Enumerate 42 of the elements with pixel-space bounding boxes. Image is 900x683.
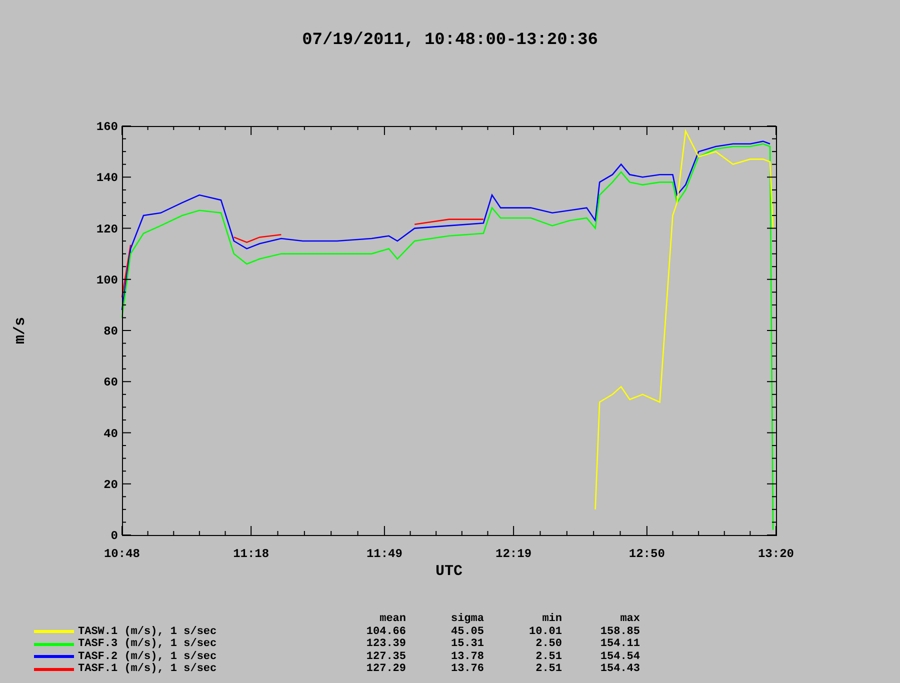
x-tick-label: 12:50	[628, 547, 665, 561]
y-tick-label: 140	[96, 171, 118, 186]
column-header: sigma	[450, 613, 484, 626]
x-tick-label: 10:48	[104, 547, 140, 561]
y-tick-label: 20	[104, 478, 118, 492]
plot-title: 07/19/2011, 10:48:00-13:20:36	[302, 30, 598, 52]
stat-value: 2.51	[534, 650, 562, 663]
y-tick-label: 160	[96, 120, 118, 134]
stat-value: 13.76	[450, 663, 484, 676]
stat-value: 10.01	[528, 626, 562, 638]
y-axis-label: m/s	[12, 317, 29, 344]
column-header: mean	[378, 613, 406, 626]
legend-label: TASF.2 (m/s), 1 s/sec	[78, 650, 218, 663]
stat-value: 2.50	[534, 638, 562, 650]
column-header: max	[619, 613, 640, 626]
stat-value: 154.43	[599, 663, 640, 676]
legend-label: TASF.1 (m/s), 1 s/sec	[78, 663, 218, 676]
x-tick-label: 11:18	[233, 547, 270, 561]
y-tick-label: 40	[104, 426, 118, 441]
x-tick-label: 13:20	[758, 547, 794, 561]
x-tick-label: 11:49	[366, 547, 402, 561]
stat-value: 154.54	[599, 650, 640, 663]
stat-value: 45.05	[450, 626, 484, 638]
stat-value: 104.66	[365, 626, 406, 638]
legend-label: TASW.1 (m/s), 1 s/sec	[78, 626, 218, 638]
legend-label: TASF.3 (m/s), 1 s/sec	[78, 638, 218, 650]
stat-value: 127.35	[365, 650, 406, 663]
stat-value: 127.29	[365, 663, 406, 676]
stat-value: 158.85	[599, 626, 640, 638]
stat-value: 13.78	[450, 650, 484, 663]
y-tick-label: 0	[110, 529, 118, 543]
y-tick-label: 120	[96, 222, 118, 236]
column-header: min	[541, 613, 562, 626]
x-tick-label: 12:19	[496, 547, 532, 561]
y-tick-label: 80	[104, 324, 118, 338]
stat-value: 123.39	[365, 638, 406, 650]
stat-value: 2.51	[534, 663, 562, 676]
y-tick-label: 60	[104, 376, 118, 390]
y-tick-label: 100	[96, 273, 118, 288]
stat-value: 15.31	[450, 638, 484, 650]
x-axis-label: UTC	[436, 563, 462, 580]
stat-value: 154.11	[599, 638, 640, 650]
